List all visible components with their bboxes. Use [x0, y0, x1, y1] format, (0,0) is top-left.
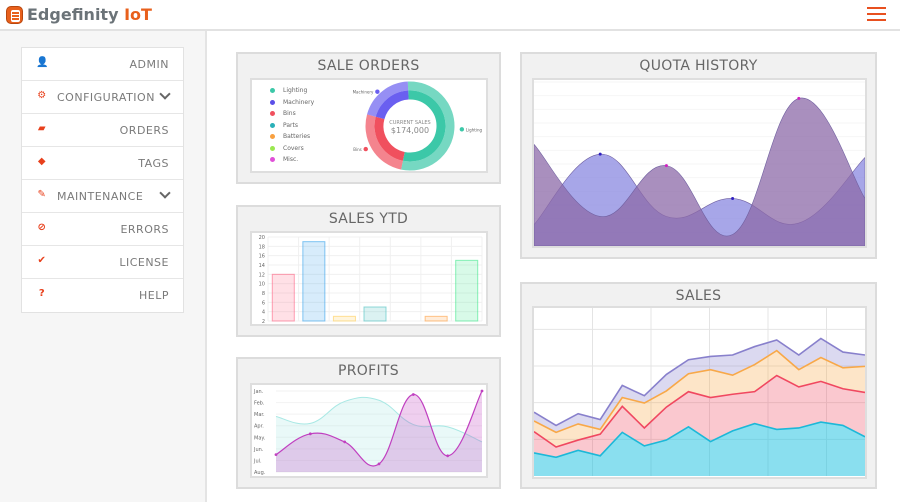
sidebar-item-label: CONFIGURATION: [57, 91, 155, 104]
data-point[interactable]: [797, 96, 801, 100]
data-point[interactable]: [308, 432, 312, 436]
top-header: Edgefinity IoT: [0, 0, 900, 31]
slice-label: Machinery: [353, 90, 374, 95]
sidebar-item-label: ORDERS: [119, 124, 169, 137]
sales-ytd-panel: SALES YTD 2 4 6 8 10 12 14 16 18 20: [236, 205, 501, 337]
check-icon: ✔: [37, 255, 47, 266]
logo-icon: [6, 6, 23, 24]
sidebar-item-tags[interactable]: ◆ TAGS: [22, 147, 183, 180]
sidebar: 👤 ADMIN ⚙ CONFIGURATION ▰ ORDERS ◆ TAGS ✎ MAINTEN…: [0, 31, 207, 502]
data-point[interactable]: [377, 462, 381, 466]
panel-title: PROFITS: [338, 363, 399, 379]
y-tick-label: Apr.: [254, 424, 264, 430]
bar[interactable]: [302, 241, 326, 322]
bar[interactable]: [332, 315, 356, 322]
sales-ytd-chart: 2 4 6 8 10 12 14 16 18 20: [250, 231, 488, 326]
slice-marker: [363, 146, 368, 152]
data-point[interactable]: [598, 152, 602, 156]
sidebar-item-help[interactable]: ? HELP: [22, 279, 183, 312]
y-tick-label: Jun.: [253, 447, 264, 453]
gears-icon: ⚙: [37, 90, 47, 101]
sidebar-item-label: MAINTENANCE: [57, 190, 144, 203]
slice-label: Bins: [353, 147, 361, 152]
chevron-down-icon[interactable]: [159, 88, 171, 100]
ban-icon: ⊘: [37, 222, 47, 233]
sidebar-item-label: LICENSE: [119, 256, 169, 269]
pencil-icon: ✎: [37, 189, 47, 200]
briefcase-icon: ▰: [37, 123, 47, 134]
y-tick-label: Jul.: [253, 458, 262, 464]
y-tick-label: 8: [262, 291, 265, 297]
y-tick-label: 20: [259, 235, 265, 241]
profits-panel: PROFITS Jan. Feb. Mar. Apr. May. Jun. Jul. Aug.: [236, 357, 501, 489]
chevron-down-icon[interactable]: [159, 187, 171, 199]
quota-history-chart: [532, 78, 867, 248]
y-tick-label: 18: [259, 244, 265, 250]
user-icon: 👤: [36, 57, 49, 68]
bar[interactable]: [424, 315, 448, 322]
sidebar-item-maintenance[interactable]: ✎ MAINTENANCE: [22, 180, 183, 213]
tags-icon: ◆: [37, 156, 47, 167]
y-tick-label: 14: [259, 263, 265, 269]
y-tick-label: Feb.: [254, 401, 265, 407]
sidebar-item-errors[interactable]: ⊘ ERRORS: [22, 213, 183, 246]
sidebar-item-orders[interactable]: ▰ ORDERS: [22, 114, 183, 147]
sidebar-item-admin[interactable]: 👤 ADMIN: [22, 48, 183, 81]
sidebar-item-label: HELP: [139, 289, 169, 302]
slice-marker: [375, 89, 380, 94]
sidebar-item-configuration[interactable]: ⚙ CONFIGURATION: [22, 81, 183, 114]
panel-title: QUOTA HISTORY: [639, 58, 758, 74]
sales-panel: SALES: [520, 282, 877, 489]
question-icon: ?: [38, 288, 46, 299]
sidebar-item-license[interactable]: ✔ LICENSE: [22, 246, 183, 279]
panel-title: SALES YTD: [328, 211, 409, 227]
y-tick-label: Mar.: [254, 412, 265, 418]
quota-history-panel: QUOTA HISTORY: [520, 52, 877, 259]
slice-marker: [459, 127, 465, 132]
sidebar-item-label: ERRORS: [120, 223, 169, 236]
sidebar-nav: 👤 ADMIN ⚙ CONFIGURATION ▰ ORDERS ◆ TAGS ✎ MAINTEN…: [21, 47, 184, 313]
panel-title: SALES: [675, 288, 722, 304]
data-point[interactable]: [343, 440, 347, 444]
data-point[interactable]: [446, 454, 450, 458]
sale-orders-panel: SALE ORDERS Lighting Machinery Bins Parts Ba…: [236, 52, 501, 184]
y-tick-label: 6: [262, 300, 265, 306]
sidebar-item-label: ADMIN: [129, 58, 169, 71]
y-tick-label: May.: [254, 435, 266, 441]
data-point[interactable]: [731, 196, 735, 200]
brand-logo[interactable]: Edgefinity IoT: [27, 5, 152, 24]
y-tick-label: 2: [262, 319, 265, 324]
brand-name: Edgefinity: [27, 5, 119, 24]
y-tick-label: 16: [259, 254, 265, 260]
bar[interactable]: [455, 259, 479, 322]
y-tick-label: 12: [259, 272, 265, 278]
data-point[interactable]: [664, 164, 668, 168]
hamburger-icon[interactable]: [867, 7, 886, 22]
center-value: $174,000: [391, 126, 429, 135]
sidebar-item-label: TAGS: [138, 157, 169, 170]
y-tick-label: 4: [262, 310, 265, 316]
bar[interactable]: [271, 273, 295, 322]
brand-suffix: IoT: [124, 5, 152, 24]
slice-label: Lighting: [466, 127, 483, 132]
y-tick-label: Jan.: [253, 389, 264, 395]
y-tick-label: Aug.: [254, 470, 266, 476]
data-point[interactable]: [274, 453, 278, 457]
data-point[interactable]: [480, 389, 484, 393]
sales-chart: [532, 306, 867, 479]
data-point[interactable]: [411, 393, 415, 396]
y-tick-label: 10: [259, 282, 265, 288]
panel-title: SALE ORDERS: [317, 58, 420, 74]
profits-chart: Jan. Feb. Mar. Apr. May. Jun. Jul. Aug.: [250, 383, 488, 478]
bar[interactable]: [363, 306, 387, 322]
sale-orders-chart: Lighting Machinery Bins Parts Batteries Cover…: [250, 78, 488, 173]
